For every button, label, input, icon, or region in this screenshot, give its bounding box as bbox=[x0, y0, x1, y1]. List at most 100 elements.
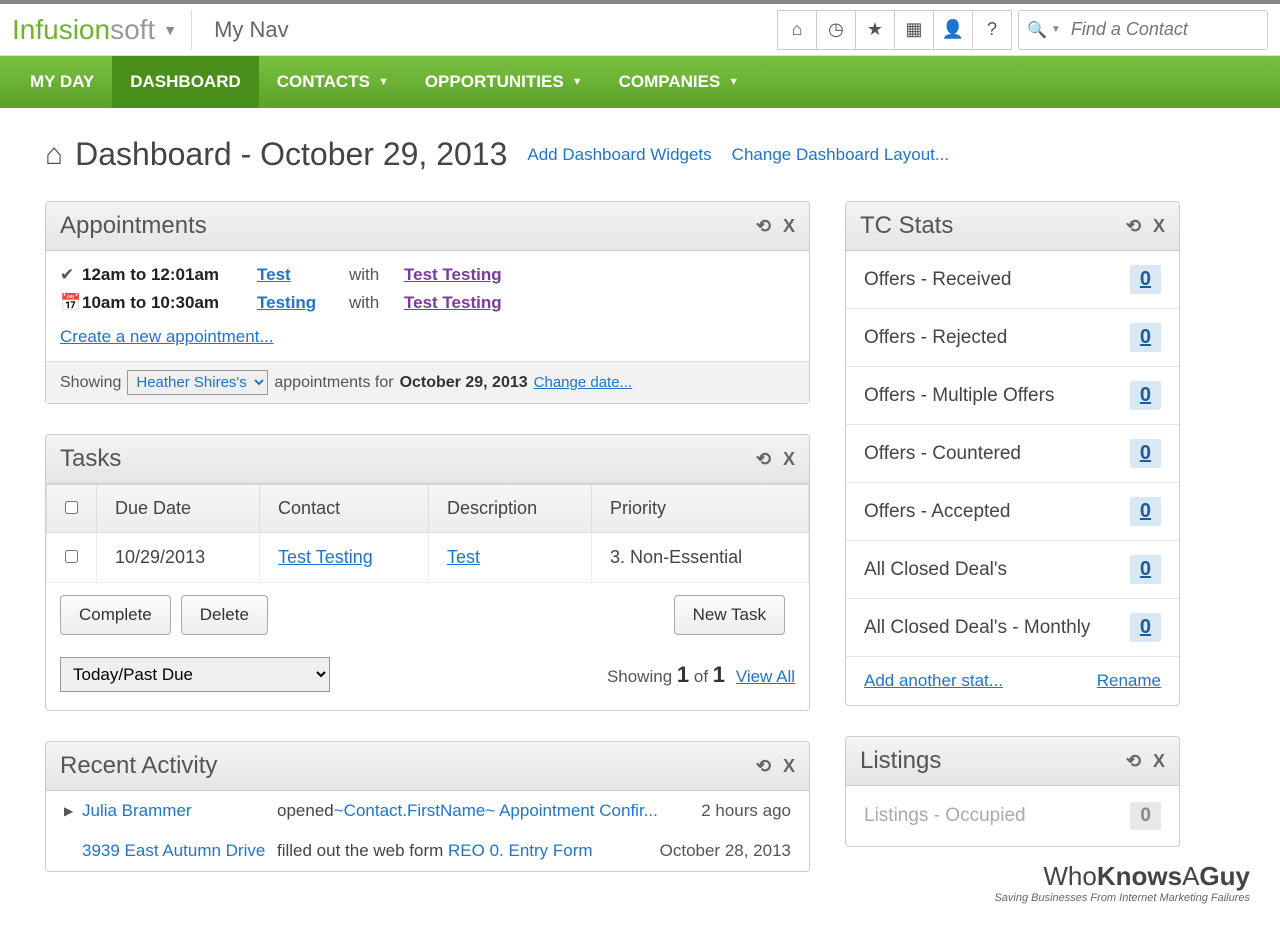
search-box[interactable]: 🔍▼ bbox=[1018, 10, 1268, 50]
checkbox-header bbox=[47, 485, 97, 533]
stat-value[interactable]: 0 bbox=[1130, 555, 1161, 584]
activity-contact[interactable]: Julia Brammer bbox=[82, 801, 277, 821]
appointments-widget: Appointments ⟲ X ✔ 12am to 12:01am Test … bbox=[45, 201, 810, 404]
table-row: 10/29/2013 Test Testing Test 3. Non-Esse… bbox=[47, 533, 809, 583]
stat-value[interactable]: 0 bbox=[1130, 265, 1161, 294]
appointments-date: October 29, 2013 bbox=[400, 374, 528, 392]
listing-value[interactable]: 0 bbox=[1130, 802, 1161, 830]
activity-contact[interactable]: 3939 East Autumn Drive bbox=[82, 841, 277, 861]
close-icon[interactable]: X bbox=[783, 216, 795, 237]
stat-row: Offers - Accepted0 bbox=[846, 483, 1179, 541]
refresh-icon[interactable]: ⟲ bbox=[756, 756, 771, 777]
col-description[interactable]: Description bbox=[429, 485, 592, 533]
col-due-date[interactable]: Due Date bbox=[97, 485, 260, 533]
appointment-time: 10am to 10:30am bbox=[82, 293, 257, 313]
new-task-button[interactable]: New Task bbox=[674, 595, 785, 635]
close-icon[interactable]: X bbox=[783, 756, 795, 777]
task-filter-select[interactable]: Today/Past Due bbox=[60, 657, 330, 692]
appointment-subject[interactable]: Test bbox=[257, 265, 349, 285]
stat-value[interactable]: 0 bbox=[1130, 439, 1161, 468]
rename-link[interactable]: Rename bbox=[1097, 671, 1161, 691]
my-nav[interactable]: My Nav bbox=[191, 10, 311, 50]
home-icon[interactable]: ⌂ bbox=[777, 10, 817, 50]
with-label: with bbox=[349, 265, 404, 285]
cell-priority: 3. Non-Essential bbox=[592, 533, 809, 583]
activity-row: ▶ Julia Brammer opened~Contact.FirstName… bbox=[46, 791, 809, 831]
stat-value[interactable]: 0 bbox=[1130, 497, 1161, 526]
refresh-icon[interactable]: ⟲ bbox=[756, 216, 771, 237]
stat-label: All Closed Deal's - Monthly bbox=[864, 617, 1130, 639]
change-layout-link[interactable]: Change Dashboard Layout... bbox=[732, 145, 949, 165]
search-icon: 🔍 bbox=[1027, 20, 1047, 40]
change-date-link[interactable]: Change date... bbox=[534, 374, 632, 391]
widget-title: Recent Activity bbox=[60, 752, 744, 780]
nav-contacts[interactable]: CONTACTS▼ bbox=[259, 56, 407, 108]
listing-label: Listings - Occupied bbox=[864, 805, 1130, 827]
create-appointment-link[interactable]: Create a new appointment... bbox=[46, 317, 288, 361]
close-icon[interactable]: X bbox=[1153, 216, 1165, 237]
tc-stats-widget: TC Stats ⟲ X Offers - Received0 Offers -… bbox=[845, 201, 1180, 706]
stat-label: Offers - Received bbox=[864, 269, 1130, 291]
top-icon-grid: ⌂ ◷ ★ ▦ 👤 ? bbox=[778, 10, 1012, 50]
activity-time: October 28, 2013 bbox=[660, 841, 791, 861]
chevron-down-icon[interactable]: ▼ bbox=[1051, 24, 1061, 35]
showing-label: Showing bbox=[60, 374, 121, 392]
widget-title: Listings bbox=[860, 747, 1114, 775]
stat-value[interactable]: 0 bbox=[1130, 323, 1161, 352]
stat-label: Offers - Multiple Offers bbox=[864, 385, 1130, 407]
cell-description[interactable]: Test bbox=[447, 547, 480, 567]
col-contact[interactable]: Contact bbox=[260, 485, 429, 533]
listings-widget: Listings ⟲ X Listings - Occupied 0 bbox=[845, 736, 1180, 847]
check-icon: ✔ bbox=[60, 265, 82, 285]
close-icon[interactable]: X bbox=[1153, 751, 1165, 772]
search-input[interactable] bbox=[1071, 19, 1259, 40]
delete-button[interactable]: Delete bbox=[181, 595, 268, 635]
tasks-filter-row: Today/Past Due Showing 1 of 1 View All bbox=[46, 647, 809, 710]
cell-contact[interactable]: Test Testing bbox=[278, 547, 373, 567]
stat-row: Offers - Rejected0 bbox=[846, 309, 1179, 367]
appointment-row: ✔ 12am to 12:01am Test with Test Testing bbox=[46, 261, 809, 289]
star-icon[interactable]: ★ bbox=[855, 10, 895, 50]
view-all-link[interactable]: View All bbox=[736, 667, 795, 686]
row-checkbox[interactable] bbox=[65, 550, 78, 563]
stats-footer: Add another stat... Rename bbox=[846, 657, 1179, 705]
user-select[interactable]: Heather Shires's bbox=[127, 370, 268, 395]
appointment-contact[interactable]: Test Testing bbox=[404, 293, 502, 313]
content-area: ⌂ Dashboard - October 29, 2013 Add Dashb… bbox=[0, 108, 1280, 930]
stat-label: Offers - Countered bbox=[864, 443, 1130, 465]
stat-value[interactable]: 0 bbox=[1130, 381, 1161, 410]
close-icon[interactable]: X bbox=[783, 449, 795, 470]
col-priority[interactable]: Priority bbox=[592, 485, 809, 533]
stat-row: All Closed Deal's0 bbox=[846, 541, 1179, 599]
select-all-checkbox[interactable] bbox=[65, 501, 78, 514]
stat-value[interactable]: 0 bbox=[1130, 613, 1161, 642]
help-icon[interactable]: ? bbox=[972, 10, 1012, 50]
complete-button[interactable]: Complete bbox=[60, 595, 171, 635]
nav-my-day[interactable]: MY DAY bbox=[12, 56, 112, 108]
grid-icon[interactable]: ▦ bbox=[894, 10, 934, 50]
appointment-contact[interactable]: Test Testing bbox=[404, 265, 502, 285]
stat-row: Offers - Received0 bbox=[846, 251, 1179, 309]
recent-activity-widget: Recent Activity ⟲ X ▶ Julia Brammer open… bbox=[45, 741, 810, 872]
nav-dashboard[interactable]: DASHBOARD bbox=[112, 56, 259, 108]
tasks-showing-text: Showing 1 of 1 View All bbox=[607, 662, 795, 688]
appointment-subject[interactable]: Testing bbox=[257, 293, 349, 313]
stat-label: Offers - Accepted bbox=[864, 501, 1130, 523]
clock-icon[interactable]: ◷ bbox=[816, 10, 856, 50]
refresh-icon[interactable]: ⟲ bbox=[1126, 216, 1141, 237]
refresh-icon[interactable]: ⟲ bbox=[756, 449, 771, 470]
chevron-down-icon[interactable]: ▼ bbox=[163, 22, 177, 38]
add-widgets-link[interactable]: Add Dashboard Widgets bbox=[527, 145, 711, 165]
add-stat-link[interactable]: Add another stat... bbox=[864, 671, 1003, 691]
nav-companies[interactable]: COMPANIES▼ bbox=[601, 56, 758, 108]
chevron-down-icon: ▼ bbox=[572, 76, 583, 88]
activity-row: 3939 East Autumn Drive filled out the we… bbox=[46, 831, 809, 871]
nav-bar: MY DAY DASHBOARD CONTACTS▼ OPPORTUNITIES… bbox=[0, 56, 1280, 108]
expand-icon[interactable]: ▶ bbox=[64, 804, 82, 818]
logo[interactable]: Infusionsoft ▼ bbox=[12, 14, 191, 46]
user-icon[interactable]: 👤 bbox=[933, 10, 973, 50]
stat-label: All Closed Deal's bbox=[864, 559, 1130, 581]
activity-time: 2 hours ago bbox=[701, 801, 791, 821]
refresh-icon[interactable]: ⟲ bbox=[1126, 751, 1141, 772]
nav-opportunities[interactable]: OPPORTUNITIES▼ bbox=[407, 56, 601, 108]
